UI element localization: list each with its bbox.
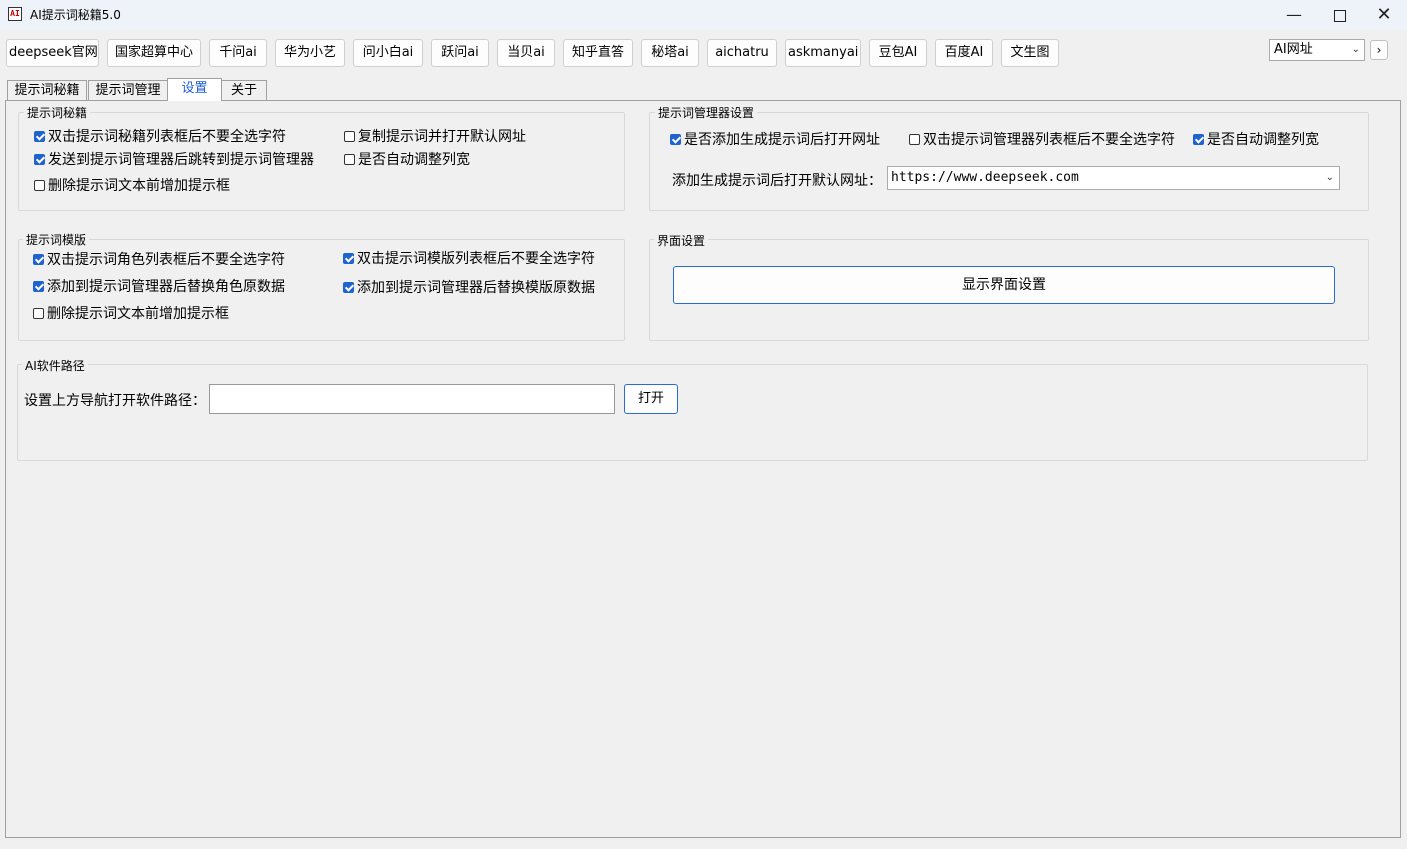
group-prompt-manager	[649, 112, 1369, 211]
ai-site-select[interactable]: AI网址 ⌄	[1269, 39, 1365, 61]
nav-button-baidu[interactable]: 百度AI	[935, 39, 993, 67]
nav-button-mita[interactable]: 秘塔ai	[641, 39, 699, 67]
checkbox-checked-icon	[33, 281, 44, 292]
checkbox-unchecked-icon	[344, 131, 355, 142]
checkbox-checked-icon	[343, 253, 354, 264]
checkbox-unchecked-icon	[34, 180, 45, 191]
nav-button-aichatru[interactable]: aichatru	[707, 39, 777, 67]
checkbox-checked-icon	[343, 282, 354, 293]
close-button[interactable]: ✕	[1361, 0, 1407, 30]
checkbox-unchecked-icon	[909, 134, 920, 145]
open-path-button[interactable]: 打开	[624, 384, 678, 414]
nav-button-deepseek[interactable]: deepseek官网	[6, 39, 99, 67]
tab-prompt-manager[interactable]: 提示词管理	[88, 80, 168, 101]
nav-button-huawei-xiaoyi[interactable]: 华为小艺	[275, 39, 345, 67]
nav-button-zhihu[interactable]: 知乎直答	[563, 39, 633, 67]
checkbox-label: 是否自动调整列宽	[358, 152, 470, 168]
checkbox-label: 双击提示词秘籍列表框后不要全选字符	[48, 129, 286, 145]
show-ui-settings-button[interactable]: 显示界面设置	[673, 266, 1335, 304]
checkbox-secret-send-jump-manager[interactable]: 发送到提示词管理器后跳转到提示词管理器	[34, 151, 314, 169]
checkbox-checked-icon	[33, 254, 44, 265]
tab-prompt-secrets[interactable]: 提示词秘籍	[7, 80, 87, 101]
tab-about[interactable]: 关于	[221, 80, 267, 101]
checkbox-label: 复制提示词并打开默认网址	[358, 129, 526, 145]
checkbox-label: 是否自动调整列宽	[1207, 132, 1319, 148]
checkbox-unchecked-icon	[344, 154, 355, 165]
checkbox-manager-dblclick-noselect[interactable]: 双击提示词管理器列表框后不要全选字符	[909, 131, 1175, 149]
toolbar-next-button[interactable]: ›	[1370, 40, 1388, 60]
default-url-label: 添加生成提示词后打开默认网址：	[672, 173, 882, 189]
checkbox-label: 发送到提示词管理器后跳转到提示词管理器	[48, 152, 314, 168]
app-window: AI AI提示词秘籍5.0 — ✕ deepseek官网 国家超算中心 千问ai…	[0, 0, 1407, 849]
chevron-down-icon: ⌄	[1325, 172, 1334, 183]
nav-button-qianwen[interactable]: 千问ai	[209, 39, 267, 67]
chevron-down-icon: ⌄	[1351, 44, 1360, 55]
checkbox-unchecked-icon	[33, 308, 44, 319]
nav-button-wenxiaobai[interactable]: 问小白ai	[353, 39, 423, 67]
group-title-ai-software-path: AI软件路径	[22, 359, 88, 373]
checkbox-secret-auto-column-width[interactable]: 是否自动调整列宽	[344, 151, 470, 169]
maximize-icon	[1334, 9, 1346, 22]
close-icon: ✕	[1376, 4, 1392, 25]
checkbox-label: 双击提示词角色列表框后不要全选字符	[47, 252, 285, 268]
window-title: AI提示词秘籍5.0	[30, 8, 121, 22]
checkbox-label: 双击提示词管理器列表框后不要全选字符	[923, 132, 1175, 148]
checkbox-manager-open-url-after-generate[interactable]: 是否添加生成提示词后打开网址	[670, 131, 880, 149]
minimize-icon: —	[1286, 5, 1302, 24]
checkbox-template-delete-confirm[interactable]: 删除提示词文本前增加提示框	[33, 305, 229, 323]
nav-button-askmanyai[interactable]: askmanyai	[785, 39, 861, 67]
ai-site-select-value: AI网址	[1274, 42, 1313, 57]
checkbox-secret-copy-open-url[interactable]: 复制提示词并打开默认网址	[344, 128, 526, 146]
checkbox-checked-icon	[34, 154, 45, 165]
default-url-select[interactable]: https://www.deepseek.com ⌄	[887, 166, 1340, 190]
title-bar: AI AI提示词秘籍5.0 — ✕	[0, 0, 1407, 30]
checkbox-label: 添加到提示词管理器后替换模版原数据	[357, 280, 595, 296]
group-title-prompt-secrets: 提示词秘籍	[24, 106, 91, 120]
checkbox-manager-auto-column-width[interactable]: 是否自动调整列宽	[1193, 131, 1319, 149]
checkbox-template-template-dblclick-noselect[interactable]: 双击提示词模版列表框后不要全选字符	[343, 250, 595, 268]
group-title-prompt-template: 提示词模版	[23, 233, 90, 247]
minimize-button[interactable]: —	[1271, 0, 1317, 30]
checkbox-template-replace-template[interactable]: 添加到提示词管理器后替换模版原数据	[343, 279, 595, 297]
group-title-ui-settings: 界面设置	[654, 234, 709, 248]
software-path-label: 设置上方导航打开软件路径：	[24, 393, 206, 409]
chevron-right-icon: ›	[1376, 43, 1382, 57]
checkbox-label: 双击提示词模版列表框后不要全选字符	[357, 251, 595, 267]
software-path-input[interactable]	[209, 384, 615, 414]
nav-button-yuewen[interactable]: 跃问ai	[431, 39, 489, 67]
app-icon: AI	[8, 7, 22, 21]
maximize-button[interactable]	[1317, 0, 1363, 30]
tab-settings[interactable]: 设置	[167, 78, 222, 101]
checkbox-checked-icon	[34, 131, 45, 142]
checkbox-label: 添加到提示词管理器后替换角色原数据	[47, 279, 285, 295]
checkbox-template-replace-role[interactable]: 添加到提示词管理器后替换角色原数据	[33, 278, 285, 296]
checkbox-label: 删除提示词文本前增加提示框	[48, 178, 230, 194]
checkbox-label: 是否添加生成提示词后打开网址	[684, 132, 880, 148]
checkbox-template-role-dblclick-noselect[interactable]: 双击提示词角色列表框后不要全选字符	[33, 251, 285, 269]
nav-button-dangbei[interactable]: 当贝ai	[497, 39, 555, 67]
checkbox-checked-icon	[1193, 134, 1204, 145]
checkbox-secret-delete-confirm[interactable]: 删除提示词文本前增加提示框	[34, 177, 230, 195]
nav-button-text-to-image[interactable]: 文生图	[1001, 39, 1059, 67]
checkbox-secret-dblclick-noselect[interactable]: 双击提示词秘籍列表框后不要全选字符	[34, 128, 286, 146]
group-title-prompt-manager: 提示词管理器设置	[655, 106, 758, 120]
nav-button-doubao[interactable]: 豆包AI	[869, 39, 927, 67]
nav-button-supercomputing[interactable]: 国家超算中心	[107, 39, 201, 67]
checkbox-checked-icon	[670, 134, 681, 145]
checkbox-label: 删除提示词文本前增加提示框	[47, 306, 229, 322]
default-url-value: https://www.deepseek.com	[891, 170, 1079, 185]
